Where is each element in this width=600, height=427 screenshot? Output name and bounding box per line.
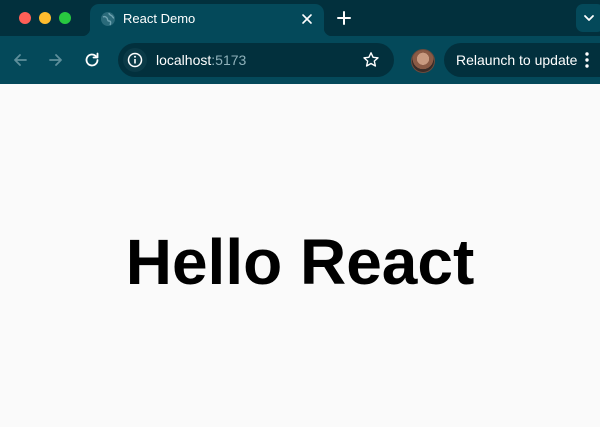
chevron-down-icon [584, 15, 594, 21]
forward-arrow-icon[interactable] [46, 50, 66, 70]
page-content: Hello React [0, 84, 600, 427]
tab-react-demo[interactable]: React Demo [82, 4, 332, 36]
relaunch-label: Relaunch to update [456, 52, 578, 68]
info-icon [127, 52, 143, 68]
fullscreen-window-button[interactable] [59, 12, 71, 24]
browser-toolbar: localhost:5173 Relaunch to update [0, 36, 600, 84]
page-heading: Hello React [125, 226, 475, 298]
url-port: :5173 [211, 52, 247, 68]
reload-icon[interactable] [82, 50, 102, 70]
tab-strip: React Demo [0, 0, 600, 36]
close-icon[interactable] [300, 12, 314, 26]
globe-icon [101, 12, 115, 26]
close-window-button[interactable] [19, 12, 31, 24]
plus-icon[interactable] [334, 8, 354, 28]
tab-title: React Demo [123, 11, 196, 26]
site-info-button[interactable] [123, 48, 147, 72]
relaunch-button[interactable]: Relaunch to update [444, 43, 600, 77]
star-icon[interactable] [362, 51, 380, 69]
tab-search-button[interactable] [576, 4, 600, 32]
browser-window: React Demo localhost:5173 Relaunch to up… [0, 0, 600, 427]
profile-avatar[interactable] [411, 49, 435, 73]
address-bar[interactable]: localhost:5173 [118, 43, 394, 77]
url-text[interactable]: localhost:5173 [156, 52, 246, 68]
back-arrow-icon[interactable] [10, 50, 30, 70]
more-vert-icon[interactable] [581, 51, 593, 69]
url-host: localhost [156, 52, 212, 68]
minimize-window-button[interactable] [39, 12, 51, 24]
